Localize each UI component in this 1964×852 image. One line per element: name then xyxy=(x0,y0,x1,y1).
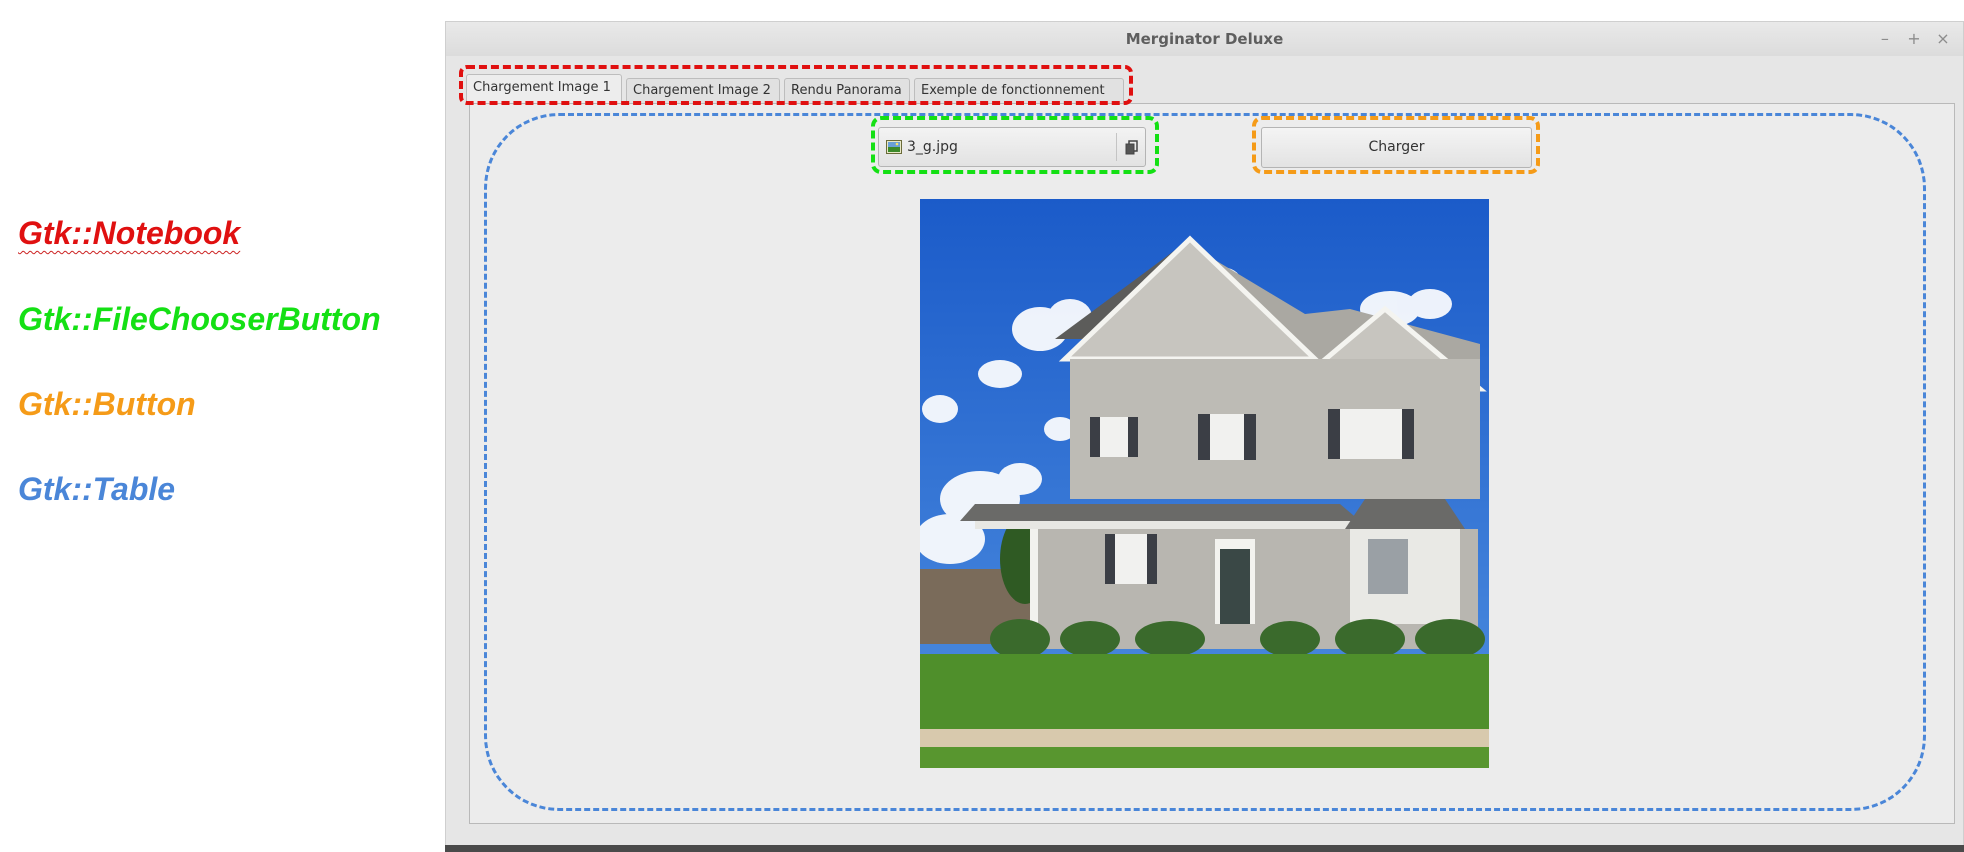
legend-notebook: Gtk::Notebook xyxy=(18,215,241,251)
tab-chargement-image-1[interactable]: Chargement Image 1 xyxy=(466,74,622,103)
tab-exemple-de-fonctionnement[interactable]: Exemple de fonctionnement xyxy=(914,78,1124,103)
legend-filechooserbutton: Gtk::FileChooserButton xyxy=(18,301,381,337)
house-photo xyxy=(920,199,1489,768)
charger-button[interactable]: Charger xyxy=(1261,127,1532,168)
tab-chargement-image-2[interactable]: Chargement Image 2 xyxy=(626,78,780,103)
title-bar[interactable]: Merginator Deluxe – + × xyxy=(446,22,1963,56)
legend-table: Gtk::Table xyxy=(18,471,176,507)
file-chooser-filename: 3_g.jpg xyxy=(907,139,958,155)
file-chooser-button[interactable]: 3_g.jpg xyxy=(878,127,1146,167)
legend-button: Gtk::Button xyxy=(18,386,196,422)
window-title: Merginator Deluxe xyxy=(1125,30,1284,48)
tab-rendu-panorama[interactable]: Rendu Panorama xyxy=(784,78,910,103)
window-controls: – + × xyxy=(1873,22,1955,56)
image-file-icon xyxy=(886,140,902,154)
folder-open-icon[interactable] xyxy=(1124,139,1140,155)
file-chooser-separator xyxy=(1116,133,1117,161)
taskbar xyxy=(445,845,1964,852)
close-icon[interactable]: × xyxy=(1931,22,1955,56)
minimize-icon[interactable]: – xyxy=(1873,22,1897,56)
maximize-icon[interactable]: + xyxy=(1902,22,1926,56)
